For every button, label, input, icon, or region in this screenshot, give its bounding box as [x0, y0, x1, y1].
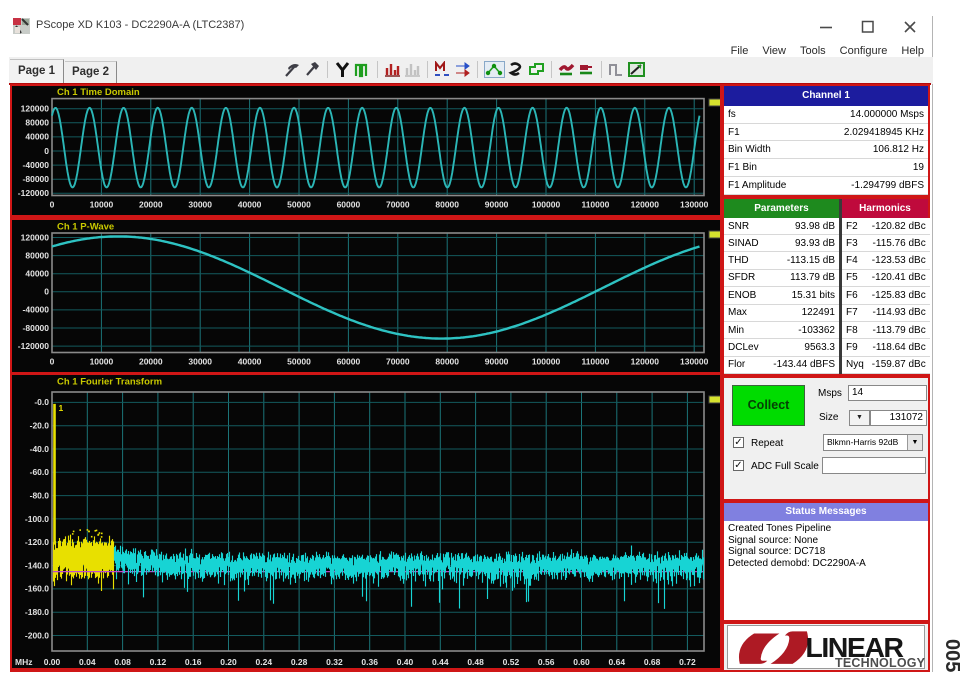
svg-text:120000: 120000 — [631, 200, 660, 210]
svg-text:90000: 90000 — [485, 357, 509, 367]
svg-text:120000: 120000 — [21, 232, 50, 242]
svg-text:0.56: 0.56 — [538, 657, 555, 667]
svg-text:100000: 100000 — [532, 357, 561, 367]
svg-text:130000: 130000 — [680, 357, 709, 367]
svg-text:80000: 80000 — [25, 250, 49, 260]
svg-text:0.72: 0.72 — [679, 657, 696, 667]
svg-text:-120.0: -120.0 — [25, 537, 49, 547]
svg-text:20000: 20000 — [139, 200, 163, 210]
svg-text:0.04: 0.04 — [79, 657, 96, 667]
svg-text:-80000: -80000 — [23, 174, 50, 184]
svg-text:60000: 60000 — [337, 357, 361, 367]
svg-text:30000: 30000 — [188, 200, 212, 210]
svg-text:130000: 130000 — [680, 200, 709, 210]
svg-text:120000: 120000 — [21, 104, 50, 114]
svg-text:-0.0: -0.0 — [34, 397, 49, 407]
svg-text:60000: 60000 — [337, 200, 361, 210]
svg-text:20000: 20000 — [139, 357, 163, 367]
svg-text:0.68: 0.68 — [644, 657, 661, 667]
svg-text:Ch 1 Fourier Transform: Ch 1 Fourier Transform — [57, 377, 162, 388]
svg-text:0.28: 0.28 — [291, 657, 308, 667]
svg-text:-20.0: -20.0 — [30, 421, 50, 431]
svg-text:40000: 40000 — [25, 132, 49, 142]
svg-text:40000: 40000 — [25, 269, 49, 279]
svg-text:10000: 10000 — [90, 357, 114, 367]
svg-text:-40.0: -40.0 — [30, 444, 50, 454]
svg-text:0.60: 0.60 — [573, 657, 590, 667]
svg-text:0: 0 — [44, 287, 49, 297]
svg-text:80000: 80000 — [25, 118, 49, 128]
svg-text:0.36: 0.36 — [361, 657, 378, 667]
svg-text:-120000: -120000 — [18, 188, 49, 198]
svg-text:40000: 40000 — [238, 357, 262, 367]
svg-text:0.12: 0.12 — [150, 657, 167, 667]
svg-text:100000: 100000 — [532, 200, 561, 210]
svg-text:70000: 70000 — [386, 357, 410, 367]
svg-text:120000: 120000 — [631, 357, 660, 367]
svg-text:0.32: 0.32 — [326, 657, 343, 667]
svg-text:0.44: 0.44 — [432, 657, 449, 667]
svg-text:-140.0: -140.0 — [25, 560, 49, 570]
svg-text:-200.0: -200.0 — [25, 630, 49, 640]
svg-text:0.16: 0.16 — [185, 657, 202, 667]
svg-text:0.40: 0.40 — [397, 657, 414, 667]
svg-text:90000: 90000 — [485, 200, 509, 210]
svg-text:0: 0 — [50, 200, 55, 210]
svg-text:70000: 70000 — [386, 200, 410, 210]
svg-text:-180.0: -180.0 — [25, 607, 49, 617]
svg-text:110000: 110000 — [581, 200, 609, 210]
svg-text:0.24: 0.24 — [256, 657, 273, 667]
svg-text:10000: 10000 — [90, 200, 114, 210]
svg-text:Ch 1 P-Wave: Ch 1 P-Wave — [57, 222, 114, 233]
svg-text:50000: 50000 — [287, 200, 311, 210]
svg-text:0: 0 — [50, 357, 55, 367]
svg-text:Ch 1 Time Domain: Ch 1 Time Domain — [57, 87, 140, 98]
svg-text:0.64: 0.64 — [609, 657, 626, 667]
svg-text:50000: 50000 — [287, 357, 311, 367]
svg-text:-120000: -120000 — [18, 341, 49, 351]
svg-text:0.00: 0.00 — [44, 657, 61, 667]
svg-text:40000: 40000 — [238, 200, 262, 210]
svg-text:-80.0: -80.0 — [30, 490, 50, 500]
svg-text:-40000: -40000 — [23, 160, 50, 170]
svg-text:-60.0: -60.0 — [30, 467, 50, 477]
svg-text:30000: 30000 — [188, 357, 212, 367]
svg-text:1: 1 — [59, 403, 64, 413]
svg-text:110000: 110000 — [581, 357, 609, 367]
svg-text:0: 0 — [44, 146, 49, 156]
svg-text:-160.0: -160.0 — [25, 584, 49, 594]
svg-text:TECHNOLOGY: TECHNOLOGY — [835, 656, 926, 668]
svg-text:0.08: 0.08 — [114, 657, 131, 667]
svg-text:-100.0: -100.0 — [25, 514, 49, 524]
svg-text:0.48: 0.48 — [467, 657, 484, 667]
svg-text:80000: 80000 — [435, 357, 459, 367]
svg-text:80000: 80000 — [435, 200, 459, 210]
svg-text:-40000: -40000 — [23, 305, 50, 315]
svg-text:0.20: 0.20 — [220, 657, 237, 667]
svg-text:0.52: 0.52 — [503, 657, 520, 667]
svg-text:MHz: MHz — [15, 657, 32, 667]
svg-text:-80000: -80000 — [23, 323, 50, 333]
